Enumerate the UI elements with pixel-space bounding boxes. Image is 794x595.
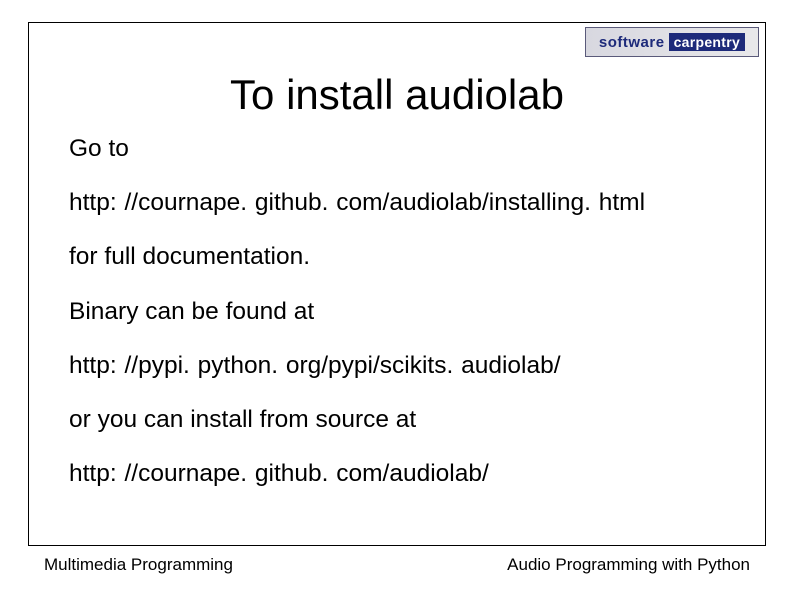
slide: software carpentry To install audiolab G…	[0, 0, 794, 595]
body-line-6: or you can install from source at	[69, 406, 729, 434]
software-carpentry-logo: software carpentry	[585, 27, 759, 57]
logo-text-software: software	[599, 34, 665, 51]
footer-left: Multimedia Programming	[44, 555, 233, 575]
slide-body: Go to http: //cournape. github. com/audi…	[69, 135, 729, 514]
body-line-7-url: http: //cournape. github. com/audiolab/	[69, 460, 729, 488]
body-line-3: for full documentation.	[69, 243, 729, 271]
body-line-2-url: http: //cournape. github. com/audiolab/i…	[69, 189, 729, 217]
slide-title: To install audiolab	[29, 71, 765, 119]
body-line-4: Binary can be found at	[69, 298, 729, 326]
body-line-1: Go to	[69, 135, 729, 163]
footer-right: Audio Programming with Python	[507, 555, 750, 575]
slide-frame: software carpentry To install audiolab G…	[28, 22, 766, 546]
logo-text-carpentry: carpentry	[669, 33, 746, 51]
body-line-5-url: http: //pypi. python. org/pypi/scikits. …	[69, 352, 729, 380]
